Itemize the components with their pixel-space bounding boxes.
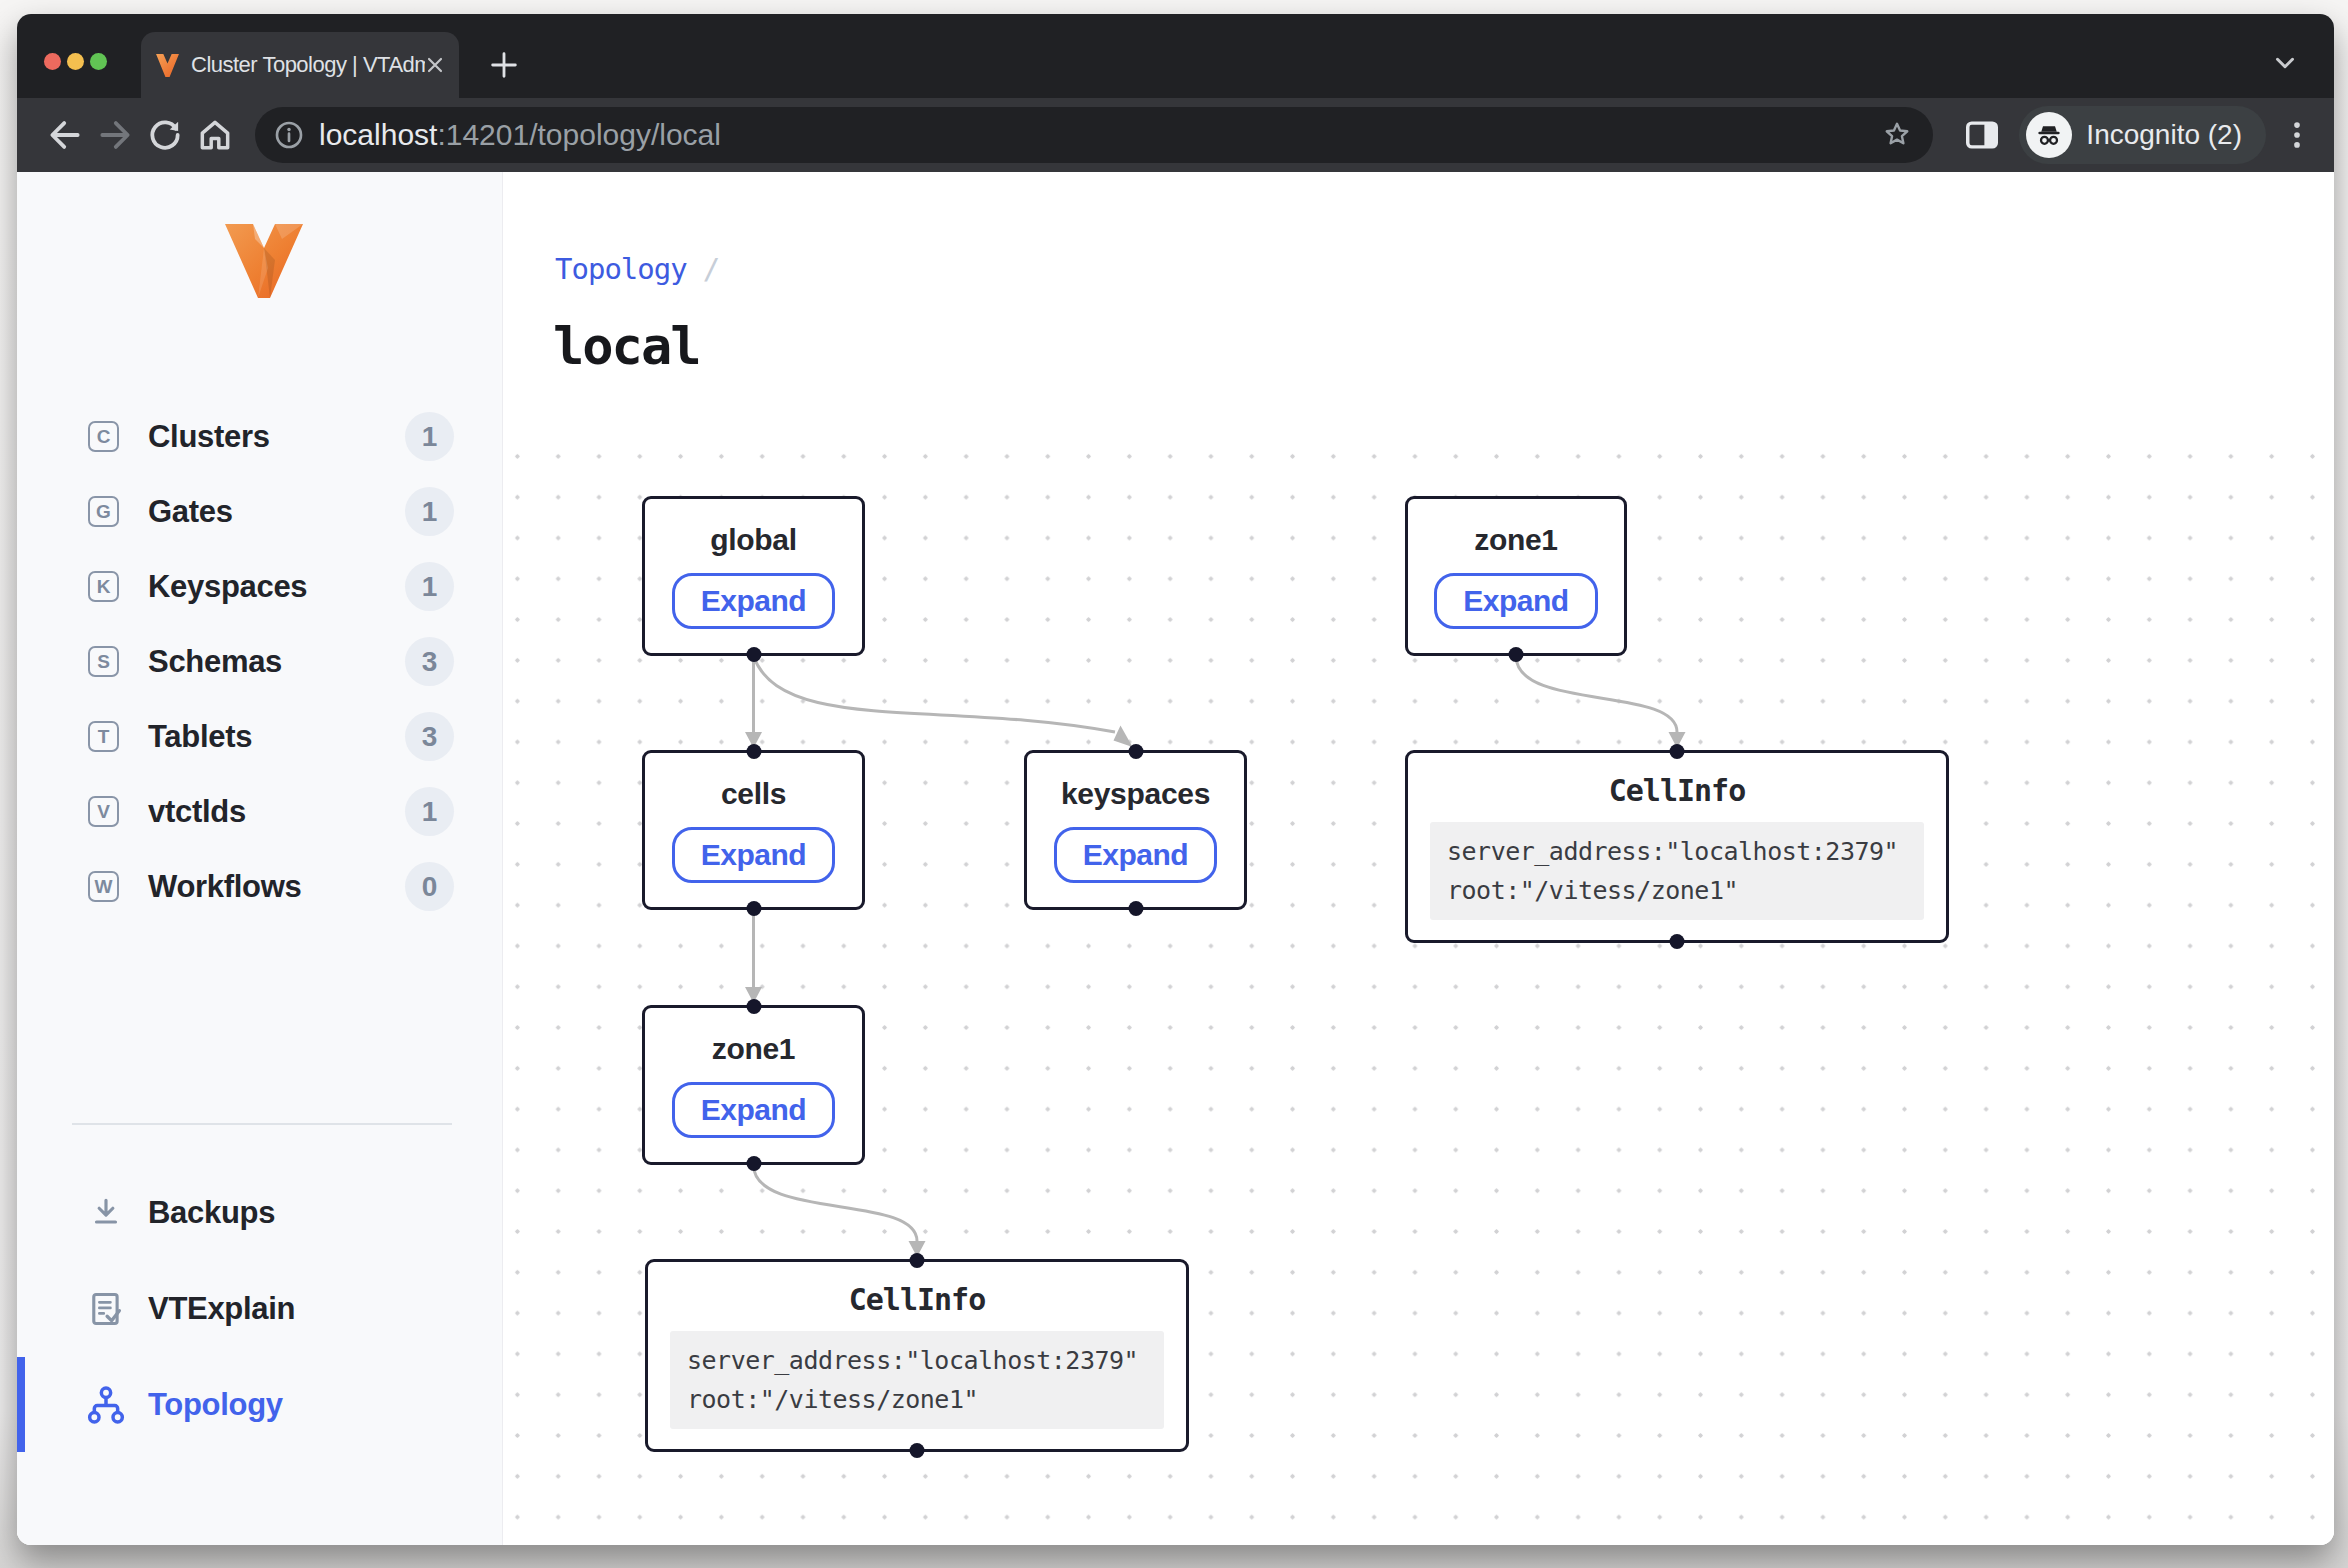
- active-nav-indicator: [17, 1357, 25, 1452]
- incognito-icon: [2026, 112, 2072, 158]
- sidebar-tools: Backups VTExplain Topology: [17, 1165, 502, 1453]
- forward-button[interactable]: [93, 113, 137, 157]
- browser-tab[interactable]: Cluster Topology | VTAdmin: [141, 32, 459, 98]
- connector-dot: [1128, 901, 1143, 916]
- vitess-logo: [222, 222, 306, 300]
- sidebar-item-tablets[interactable]: T Tablets 3: [17, 699, 502, 774]
- node-cellinfo-right: CellInfo server_address:"localhost:2379"…: [1405, 750, 1949, 943]
- connector-dot: [1670, 744, 1685, 759]
- topology-icon: [85, 1384, 127, 1426]
- expand-cells-button[interactable]: Expand: [672, 827, 835, 883]
- node-cellinfo-left: CellInfo server_address:"localhost:2379"…: [645, 1259, 1189, 1452]
- count-badge: 3: [405, 712, 454, 761]
- browser-toolbar: localhost:14201/topology/local Incognito…: [17, 98, 2334, 172]
- count-badge: 1: [405, 412, 454, 461]
- tab-title: Cluster Topology | VTAdmin: [191, 52, 425, 78]
- new-tab-button[interactable]: [473, 32, 535, 98]
- connector-dot: [746, 901, 761, 916]
- zoom-window-button[interactable]: [90, 53, 107, 70]
- connector-dot: [746, 744, 761, 759]
- sidebar: C Clusters 1 G Gates 1 K Keyspaces 1 S S…: [17, 172, 503, 1545]
- expand-zone1-button[interactable]: Expand: [1434, 573, 1597, 629]
- title-bar: Cluster Topology | VTAdmin: [17, 14, 2334, 98]
- sidebar-item-schemas[interactable]: S Schemas 3: [17, 624, 502, 699]
- clusters-icon: C: [88, 421, 119, 452]
- expand-keyspaces-button[interactable]: Expand: [1054, 827, 1217, 883]
- node-keyspaces: keyspaces Expand: [1024, 750, 1247, 910]
- connector-dot: [746, 647, 761, 662]
- schemas-icon: S: [88, 646, 119, 677]
- address-bar[interactable]: localhost:14201/topology/local: [255, 107, 1933, 163]
- side-panel-button[interactable]: [1963, 116, 2001, 154]
- cellinfo-data: server_address:"localhost:2379" root:"/v…: [1430, 822, 1924, 920]
- expand-global-button[interactable]: Expand: [672, 573, 835, 629]
- sidebar-item-vtctlds[interactable]: V vtctlds 1: [17, 774, 502, 849]
- sidebar-item-clusters[interactable]: C Clusters 1: [17, 399, 502, 474]
- count-badge: 3: [405, 637, 454, 686]
- back-button[interactable]: [43, 113, 87, 157]
- minimize-window-button[interactable]: [67, 53, 84, 70]
- tab-search-chevron-icon[interactable]: [2270, 48, 2300, 82]
- keyspaces-icon: K: [88, 571, 119, 602]
- connector-dot: [746, 999, 761, 1014]
- vtctlds-icon: V: [88, 796, 119, 827]
- browser-window: Cluster Topology | VTAdmin localhost:142…: [17, 14, 2334, 1545]
- connector-dot: [1128, 744, 1143, 759]
- sidebar-item-workflows[interactable]: W Workflows 0: [17, 849, 502, 924]
- sidebar-item-vtexplain[interactable]: VTExplain: [17, 1261, 502, 1357]
- sidebar-nav: C Clusters 1 G Gates 1 K Keyspaces 1 S S…: [17, 399, 502, 924]
- tablets-icon: T: [88, 721, 119, 752]
- sidebar-item-gates[interactable]: G Gates 1: [17, 474, 502, 549]
- vitess-favicon: [155, 53, 180, 78]
- vtexplain-icon: [85, 1289, 127, 1329]
- sidebar-divider: [72, 1123, 452, 1125]
- window-controls[interactable]: [44, 53, 107, 70]
- count-badge: 1: [405, 562, 454, 611]
- incognito-badge[interactable]: Incognito (2): [2019, 106, 2266, 164]
- workflows-icon: W: [88, 871, 119, 902]
- connector-dot: [746, 1156, 761, 1171]
- expand-zone1-left-button[interactable]: Expand: [672, 1082, 835, 1138]
- node-zone1-left: zone1 Expand: [642, 1005, 865, 1165]
- sidebar-item-backups[interactable]: Backups: [17, 1165, 502, 1261]
- count-badge: 0: [405, 862, 454, 911]
- connector-dot: [1509, 647, 1524, 662]
- browser-menu-button[interactable]: [2280, 118, 2314, 152]
- main-content: Topology/ local global Expand: [503, 172, 2334, 1545]
- url-text[interactable]: localhost:14201/topology/local: [319, 118, 1881, 152]
- incognito-label: Incognito (2): [2086, 119, 2242, 151]
- count-badge: 1: [405, 487, 454, 536]
- reload-button[interactable]: [143, 113, 187, 157]
- sidebar-item-topology[interactable]: Topology: [17, 1357, 502, 1453]
- tab-close-icon[interactable]: [425, 55, 445, 75]
- node-global: global Expand: [642, 496, 865, 656]
- node-cells: cells Expand: [642, 750, 865, 910]
- connector-dot: [910, 1443, 925, 1458]
- bookmark-star-icon[interactable]: [1881, 119, 1913, 151]
- sidebar-item-keyspaces[interactable]: K Keyspaces 1: [17, 549, 502, 624]
- count-badge: 1: [405, 787, 454, 836]
- site-info-icon[interactable]: [273, 119, 305, 151]
- cellinfo-data: server_address:"localhost:2379" root:"/v…: [670, 1331, 1164, 1429]
- backups-icon: [85, 1194, 127, 1232]
- node-zone1-right: zone1 Expand: [1405, 496, 1627, 656]
- home-button[interactable]: [193, 113, 237, 157]
- close-window-button[interactable]: [44, 53, 61, 70]
- gates-icon: G: [88, 496, 119, 527]
- connector-dot: [910, 1253, 925, 1268]
- connector-dot: [1670, 934, 1685, 949]
